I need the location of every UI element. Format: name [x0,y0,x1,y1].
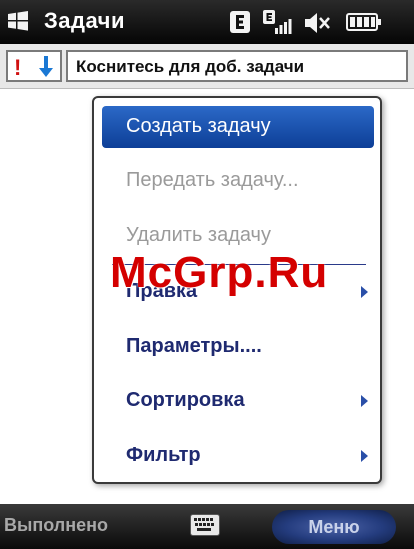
title-bar: Задачи [0,0,414,44]
menu-item-send-task[interactable]: Передать задачу... [102,160,374,202]
priority-selector[interactable]: ! [6,50,62,82]
priority-high-icon[interactable]: ! [14,55,21,81]
submenu-arrow-icon [361,286,368,298]
menu-softkey-label: Меню [308,517,360,537]
menu-item-create-task[interactable]: Создать задачу [102,106,374,148]
app-title: Задачи [44,8,125,33]
new-task-bar: ! Коснитесь для доб. задачи [0,44,414,89]
menu-item-options[interactable]: Параметры.... [102,326,374,368]
watermark: McGrp.Ru [110,248,329,297]
priority-low-arrow-icon[interactable] [38,54,54,78]
keyboard-icon[interactable] [190,514,220,536]
menu-item-filter[interactable]: Фильтр [102,435,374,477]
battery-icon[interactable] [346,10,382,34]
edge-signal-icon[interactable] [263,10,295,36]
submenu-arrow-icon [361,395,368,407]
menu-item-sort[interactable]: Сортировка [102,380,374,422]
menu-item-filter-label: Фильтр [126,444,201,466]
menu-softkey[interactable]: Меню [272,510,396,544]
soft-key-bar: Выполнено Меню [0,504,414,549]
new-task-field[interactable]: Коснитесь для доб. задачи [66,50,408,82]
menu-item-sort-label: Сортировка [126,389,245,411]
done-softkey[interactable]: Выполнено [4,515,108,536]
volume-muted-icon[interactable] [303,10,331,36]
submenu-arrow-icon [361,450,368,462]
edge-network-icon[interactable] [229,10,251,34]
windows-logo-icon[interactable] [6,9,30,33]
